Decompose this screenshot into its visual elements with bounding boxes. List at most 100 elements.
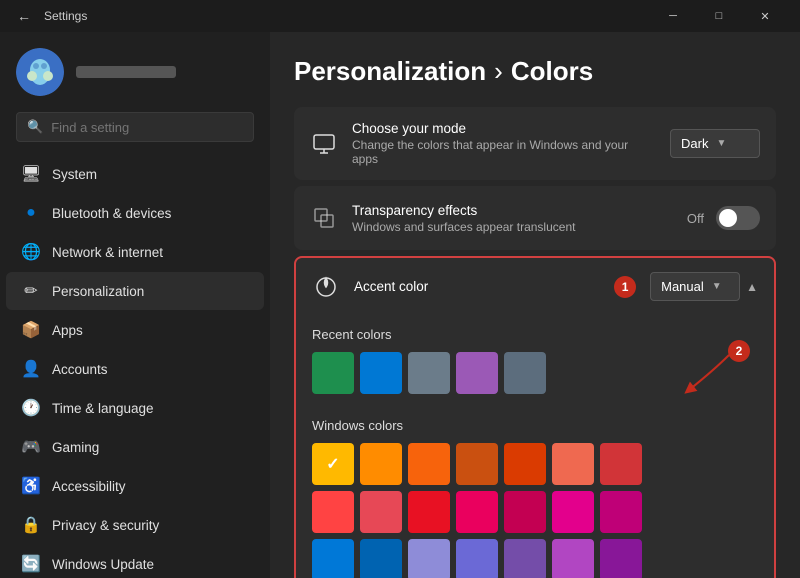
- breadcrumb: Personalization: [294, 56, 486, 87]
- windows-colors-title: Windows colors: [312, 418, 403, 433]
- sidebar-item-apps[interactable]: 📦 Apps: [6, 311, 264, 349]
- update-icon: 🔄: [22, 555, 40, 573]
- transparency-row: Transparency effects Windows and surface…: [294, 186, 776, 250]
- sidebar-item-label: System: [52, 167, 97, 182]
- windows-color-0-0[interactable]: [312, 443, 354, 485]
- sidebar-profile: [0, 32, 270, 104]
- minimize-button[interactable]: ─: [650, 0, 696, 32]
- windows-color-2-6[interactable]: [600, 539, 642, 578]
- accent-dropdown[interactable]: Manual ▼: [650, 272, 740, 301]
- windows-color-2-5[interactable]: [552, 539, 594, 578]
- avatar: [16, 48, 64, 96]
- windows-color-2-0[interactable]: [312, 539, 354, 578]
- sidebar: 🔍 🖥 System ● Bluetooth & devices 🌐 Netwo…: [0, 32, 270, 578]
- accent-header: Accent color 1 Manual ▼ ▲: [296, 258, 774, 315]
- accent-color-card: Accent color 1 Manual ▼ ▲ Recent colors: [294, 256, 776, 578]
- sidebar-item-bluetooth[interactable]: ● Bluetooth & devices: [6, 194, 264, 232]
- accessibility-icon: ♿: [22, 477, 40, 495]
- sidebar-item-accounts[interactable]: 👤 Accounts: [6, 350, 264, 388]
- toggle-off-label: Off: [687, 211, 704, 226]
- time-icon: 🕐: [22, 399, 40, 417]
- choose-mode-text: Choose your mode Change the colors that …: [352, 121, 656, 166]
- transparency-control: Off: [687, 206, 760, 230]
- recent-color-2[interactable]: [408, 352, 450, 394]
- windows-color-1-0[interactable]: [312, 491, 354, 533]
- windows-color-2-4[interactable]: [504, 539, 546, 578]
- recent-color-3[interactable]: [456, 352, 498, 394]
- choose-mode-row: Choose your mode Change the colors that …: [294, 107, 776, 180]
- mode-dropdown[interactable]: Dark ▼: [670, 129, 760, 158]
- privacy-icon: 🔒: [22, 516, 40, 534]
- system-icon: 🖥: [22, 165, 40, 183]
- sidebar-item-network[interactable]: 🌐 Network & internet: [6, 233, 264, 271]
- toggle-knob: [719, 209, 737, 227]
- gaming-icon: 🎮: [22, 438, 40, 456]
- windows-color-1-1[interactable]: [360, 491, 402, 533]
- sidebar-item-label: Apps: [52, 323, 83, 338]
- choose-mode-control: Dark ▼: [670, 129, 760, 158]
- windows-color-0-2[interactable]: [408, 443, 450, 485]
- sidebar-item-label: Accessibility: [52, 479, 126, 494]
- windows-color-1-4[interactable]: [504, 491, 546, 533]
- search-input[interactable]: [51, 120, 243, 135]
- bluetooth-icon: ●: [22, 204, 40, 222]
- sidebar-item-gaming[interactable]: 🎮 Gaming: [6, 428, 264, 466]
- transparency-text: Transparency effects Windows and surface…: [352, 203, 673, 234]
- transparency-toggle[interactable]: [716, 206, 760, 230]
- title-bar: ← Settings ─ □ ✕: [0, 0, 800, 32]
- windows-colors-header: Windows colors: [312, 418, 758, 433]
- transparency-title: Transparency effects: [352, 203, 673, 218]
- breadcrumb-separator: ›: [494, 56, 503, 87]
- windows-color-1-5[interactable]: [552, 491, 594, 533]
- recent-colors-grid: [312, 352, 758, 394]
- recent-colors-section: Recent colors: [296, 315, 774, 406]
- accounts-icon: 👤: [22, 360, 40, 378]
- search-icon: 🔍: [27, 119, 43, 135]
- accent-control: Manual ▼ ▲: [650, 272, 758, 301]
- windows-color-0-3[interactable]: [456, 443, 498, 485]
- windows-colors-row-2: [312, 539, 758, 578]
- recent-color-4[interactable]: [504, 352, 546, 394]
- windows-color-0-4[interactable]: [504, 443, 546, 485]
- recent-color-1[interactable]: [360, 352, 402, 394]
- choose-mode-icon: [310, 130, 338, 158]
- accent-badge: 1: [614, 276, 636, 298]
- main-layout: 🔍 🖥 System ● Bluetooth & devices 🌐 Netwo…: [0, 32, 800, 578]
- choose-mode-card: Choose your mode Change the colors that …: [294, 107, 776, 180]
- close-button[interactable]: ✕: [742, 0, 788, 32]
- page-header: Personalization › Colors: [294, 56, 776, 87]
- maximize-button[interactable]: □: [696, 0, 742, 32]
- chevron-down-icon2: ▼: [712, 281, 722, 292]
- content-area: Personalization › Colors Choose your mod…: [270, 32, 800, 578]
- chevron-up-icon[interactable]: ▲: [746, 280, 758, 294]
- sidebar-item-label: Network & internet: [52, 245, 163, 260]
- windows-color-2-1[interactable]: [360, 539, 402, 578]
- windows-color-0-1[interactable]: [360, 443, 402, 485]
- recent-color-0[interactable]: [312, 352, 354, 394]
- windows-color-2-3[interactable]: [456, 539, 498, 578]
- choose-mode-title: Choose your mode: [352, 121, 656, 136]
- sidebar-item-update[interactable]: 🔄 Windows Update: [6, 545, 264, 578]
- sidebar-item-system[interactable]: 🖥 System: [6, 155, 264, 193]
- sidebar-item-time[interactable]: 🕐 Time & language: [6, 389, 264, 427]
- back-button[interactable]: ←: [12, 4, 36, 28]
- windows-color-2-2[interactable]: [408, 539, 450, 578]
- network-icon: 🌐: [22, 243, 40, 261]
- sidebar-item-label: Personalization: [52, 284, 144, 299]
- windows-color-0-6[interactable]: [600, 443, 642, 485]
- windows-color-1-3[interactable]: [456, 491, 498, 533]
- sidebar-item-label: Privacy & security: [52, 518, 159, 533]
- profile-name: [76, 66, 176, 78]
- windows-color-1-2[interactable]: [408, 491, 450, 533]
- recent-colors-title: Recent colors: [312, 327, 758, 342]
- windows-colors-row-0: [312, 443, 758, 485]
- sidebar-item-personalization[interactable]: ✏ Personalization: [6, 272, 264, 310]
- search-box[interactable]: 🔍: [16, 112, 254, 142]
- chevron-down-icon: ▼: [716, 138, 726, 149]
- mode-dropdown-value: Dark: [681, 136, 708, 151]
- sidebar-item-privacy[interactable]: 🔒 Privacy & security: [6, 506, 264, 544]
- personalization-icon: ✏: [22, 282, 40, 300]
- sidebar-item-accessibility[interactable]: ♿ Accessibility: [6, 467, 264, 505]
- windows-color-0-5[interactable]: [552, 443, 594, 485]
- windows-color-1-6[interactable]: [600, 491, 642, 533]
